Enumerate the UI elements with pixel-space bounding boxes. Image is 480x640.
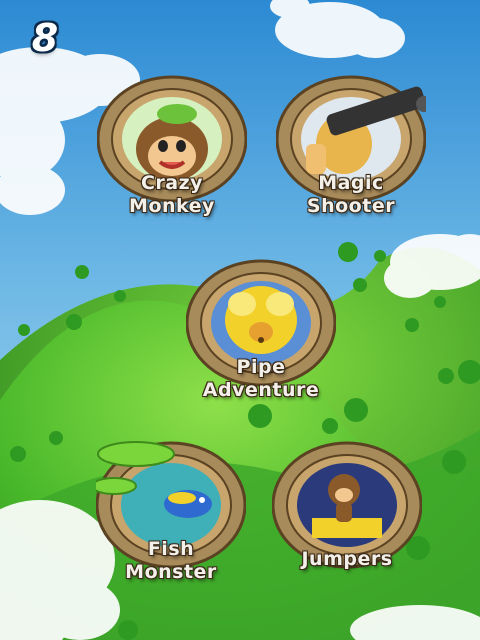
game-title-line2: Shooter (306, 195, 396, 217)
game-tile-pipe-adventure[interactable]: Pipe Adventure (186, 258, 336, 428)
game-tile-crazy-monkey[interactable]: Crazy Monkey (97, 74, 247, 244)
game-title-line1: Jumpers (301, 548, 393, 570)
level-badge: 8 (18, 14, 72, 62)
game-title-line1: Fish (147, 538, 195, 560)
game-title: Crazy Monkey (97, 172, 247, 218)
game-tile-magic-shooter[interactable]: Magic Shooter (276, 74, 426, 244)
game-tile-jumpers[interactable]: Jumpers (272, 440, 422, 610)
game-title-line1: Crazy (140, 172, 204, 194)
game-title: Magic Shooter (276, 172, 426, 218)
game-title-line1: Pipe (236, 356, 286, 378)
game-title: Pipe Adventure (186, 356, 336, 402)
game-title: Fish Monster (96, 538, 246, 584)
level-number: 8 (31, 16, 59, 60)
game-title-line2: Adventure (202, 379, 320, 401)
game-title-line1: Magic (318, 172, 384, 194)
game-title-line2: Monster (125, 561, 217, 583)
game-title: Jumpers (272, 548, 422, 571)
game-title-line2: Monkey (129, 195, 215, 217)
game-tile-fish-monster[interactable]: Fish Monster (96, 440, 246, 610)
